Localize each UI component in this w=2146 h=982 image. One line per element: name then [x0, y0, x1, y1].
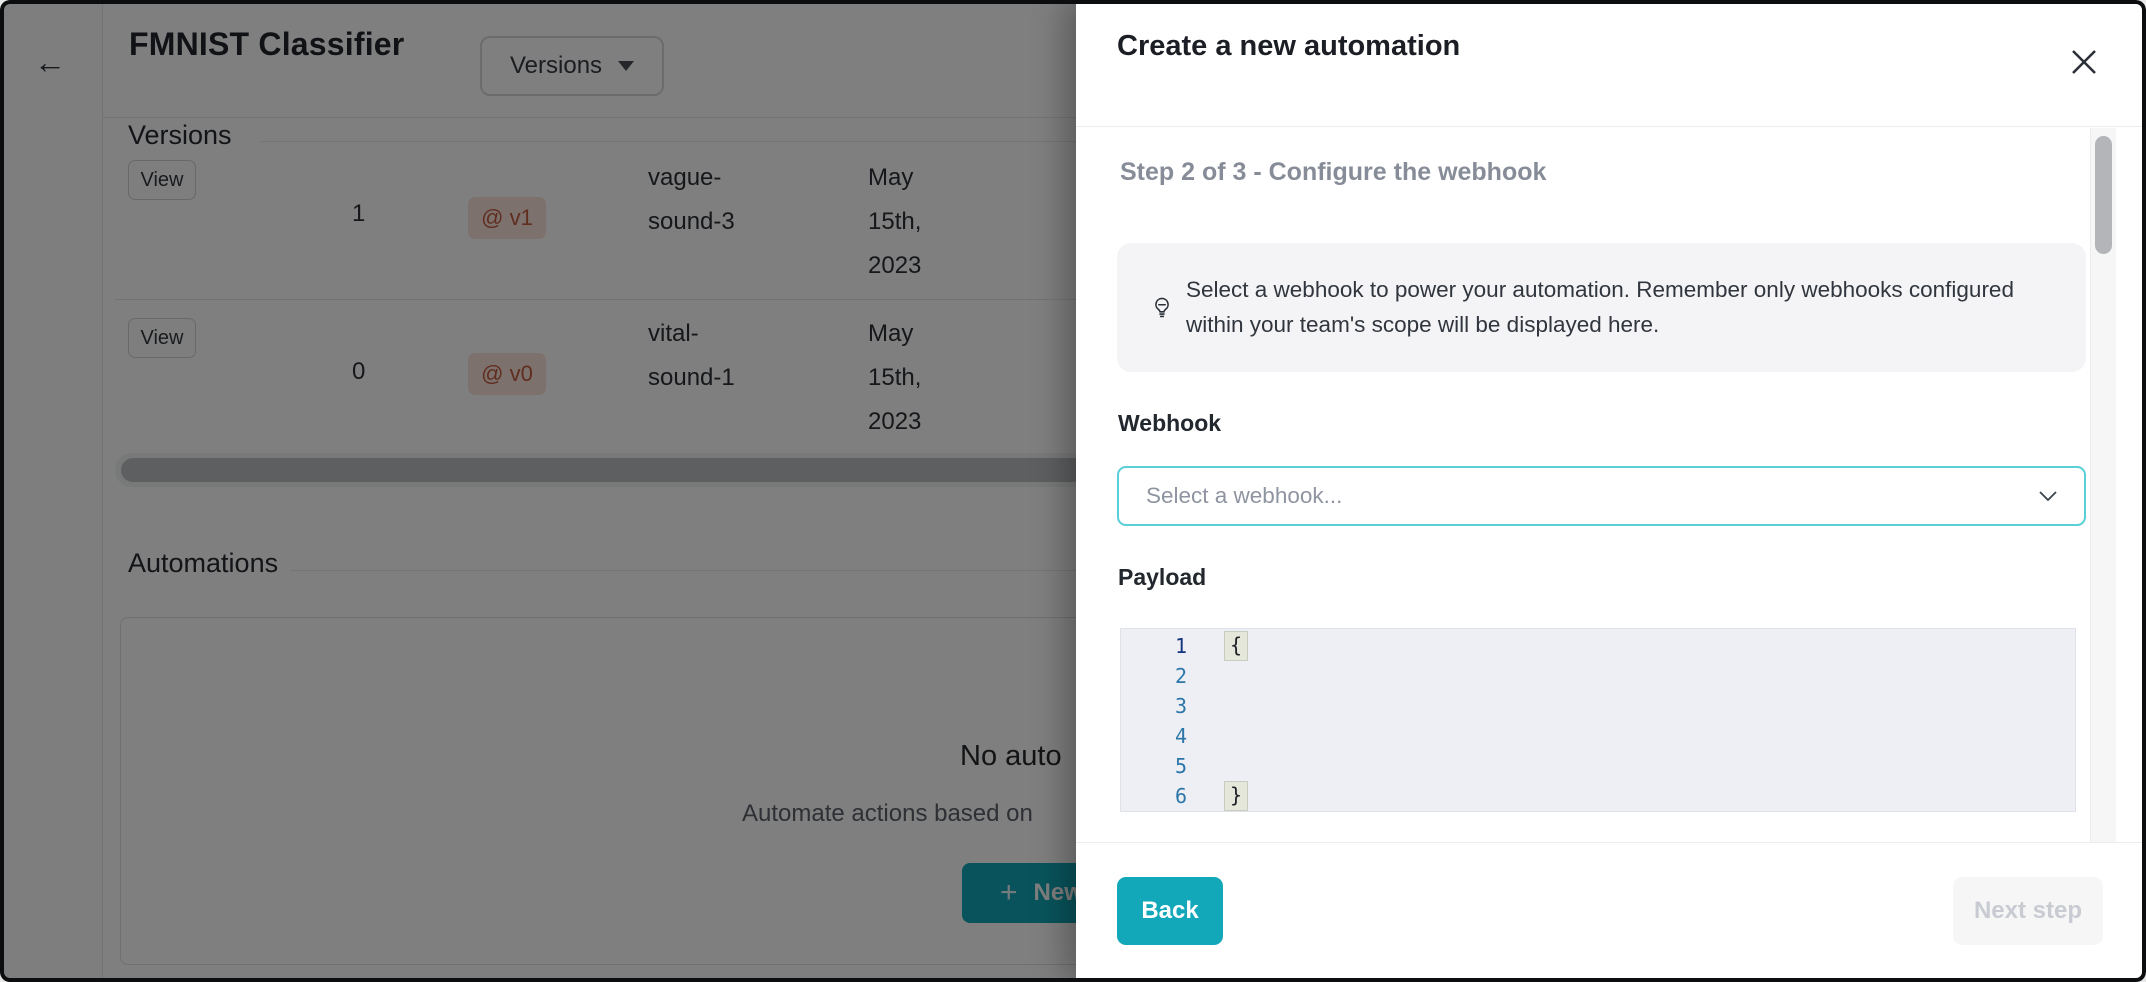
line-number: 2 — [1121, 661, 1187, 691]
code-token — [1225, 692, 1235, 720]
code-token — [1225, 752, 1235, 780]
create-automation-drawer: Create a new automation Step 2 of 3 - Co… — [1076, 0, 2146, 982]
webhook-select-placeholder: Select a webhook... — [1146, 483, 1342, 509]
drawer-title: Create a new automation — [1117, 30, 1460, 63]
webhook-select[interactable]: Select a webhook... — [1117, 466, 2086, 526]
code-token: } — [1225, 782, 1247, 810]
chevron-down-icon — [2038, 489, 2058, 503]
code-token — [1225, 662, 1235, 690]
line-number: 6 — [1121, 781, 1187, 811]
line-number: 5 — [1121, 751, 1187, 781]
back-button[interactable]: Back — [1117, 877, 1223, 945]
code-line[interactable]: 4 — [1121, 721, 2075, 751]
drawer-header: Create a new automation — [1076, 0, 2146, 127]
drawer-scrollbar-track[interactable] — [2090, 128, 2116, 842]
lightbulb-icon — [1149, 295, 1175, 321]
code-line[interactable]: 6 } — [1121, 781, 2075, 811]
close-icon[interactable] — [2068, 46, 2100, 78]
line-number: 3 — [1121, 691, 1187, 721]
payload-field-label: Payload — [1118, 564, 1206, 591]
webhook-info-box: Select a webhook to power your automatio… — [1117, 243, 2086, 372]
code-line[interactable]: 2 — [1121, 661, 2075, 691]
next-step-button[interactable]: Next step — [1953, 877, 2103, 945]
code-token: { — [1225, 632, 1247, 660]
code-token — [1225, 722, 1235, 750]
drawer-footer: Back Next step — [1076, 842, 2146, 982]
payload-code-editor[interactable]: 1 { 2 3 4 5 6 } — [1120, 628, 2076, 812]
webhook-field-label: Webhook — [1118, 410, 1221, 437]
code-line[interactable]: 5 — [1121, 751, 2075, 781]
webhook-info-text: Select a webhook to power your automatio… — [1186, 272, 2036, 342]
modal-dim-overlay[interactable] — [0, 0, 1076, 982]
model-registry-page: ← FMNIST Classifier Versions Versions Vi… — [0, 0, 1076, 982]
drawer-scrollbar-thumb[interactable] — [2095, 136, 2112, 254]
line-number: 1 — [1121, 631, 1187, 661]
line-number: 4 — [1121, 721, 1187, 751]
step-indicator: Step 2 of 3 - Configure the webhook — [1120, 158, 1546, 187]
code-line[interactable]: 1 { — [1121, 631, 2075, 661]
code-line[interactable]: 3 — [1121, 691, 2075, 721]
app-window: ← FMNIST Classifier Versions Versions Vi… — [0, 0, 2146, 982]
